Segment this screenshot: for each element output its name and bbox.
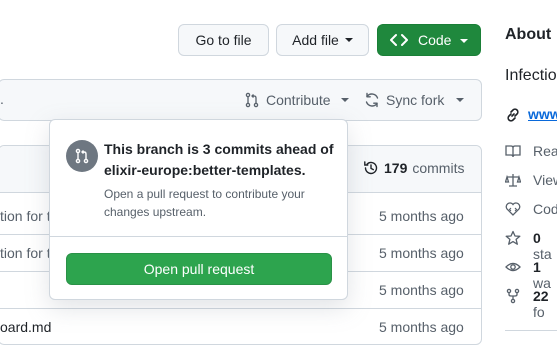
branch-status-text: . — [0, 91, 4, 107]
contribute-button[interactable]: Contribute — [244, 89, 349, 111]
sync-fork-button[interactable]: Sync fork — [364, 89, 465, 111]
website-link[interactable]: www — [528, 106, 557, 122]
sync-fork-label: Sync fork — [386, 92, 445, 108]
go-to-file-button[interactable]: Go to file — [178, 24, 269, 56]
chevron-down-icon — [460, 39, 468, 43]
readme-link[interactable]: Rea — [533, 143, 557, 159]
chevron-down-icon — [340, 98, 349, 102]
scale-icon — [505, 174, 521, 187]
watchers-link[interactable]: 1 wa — [533, 259, 557, 291]
book-icon — [505, 145, 521, 158]
pull-request-badge — [66, 140, 98, 172]
popover-title: This branch is 3 commits ahead of elixir… — [104, 141, 334, 178]
pull-request-icon — [245, 92, 259, 108]
commits-label: commits — [412, 160, 465, 176]
pull-request-icon — [75, 148, 89, 164]
contribute-label: Contribute — [266, 92, 331, 108]
file-name[interactable]: tion for t — [0, 208, 51, 224]
link-icon — [507, 108, 519, 122]
file-name[interactable]: oard.md — [0, 319, 51, 335]
about-description: Infectio — [505, 67, 557, 84]
add-file-button[interactable]: Add file — [276, 24, 369, 56]
popover-description: Open a pull request to contribute your c… — [104, 187, 305, 219]
license-link[interactable]: View — [533, 172, 557, 188]
add-file-label: Add file — [292, 32, 339, 48]
stars-count: 0 — [533, 230, 541, 246]
sidebar-divider — [505, 330, 557, 331]
heart-code-icon — [505, 202, 521, 216]
forks-count: 22 — [533, 288, 549, 304]
row-divider — [0, 308, 481, 309]
file-time: 5 months ago — [379, 208, 464, 224]
eye-icon — [505, 262, 521, 272]
contribute-popover: This branch is 3 commits ahead of elixir… — [49, 119, 348, 300]
popover-divider — [50, 236, 347, 237]
file-time: 5 months ago — [379, 282, 464, 298]
fork-icon — [506, 288, 520, 304]
commits-link[interactable]: 179 commits — [363, 160, 464, 176]
open-pull-request-button[interactable]: Open pull request — [66, 253, 332, 285]
chevron-down-icon — [456, 98, 465, 102]
stars-link[interactable]: 0 sta — [533, 230, 557, 262]
go-to-file-label: Go to file — [195, 32, 252, 48]
open-pull-request-label: Open pull request — [143, 261, 255, 277]
star-icon — [505, 230, 521, 245]
forks-label: fo — [533, 304, 545, 320]
file-time: 5 months ago — [379, 245, 464, 261]
code-label: Code — [418, 32, 452, 48]
commits-count: 179 — [384, 160, 408, 176]
forks-link[interactable]: 22 fo — [533, 288, 557, 320]
code-button[interactable]: Code — [377, 24, 481, 56]
code-of-conduct-link[interactable]: Cod — [533, 201, 557, 217]
history-icon — [364, 161, 378, 175]
code-icon — [390, 34, 408, 46]
chevron-down-icon — [344, 38, 353, 42]
about-heading: About — [505, 26, 552, 43]
file-time: 5 months ago — [379, 319, 464, 335]
sync-icon — [365, 92, 379, 108]
watchers-count: 1 — [533, 259, 541, 275]
file-name[interactable]: tion for t — [0, 245, 51, 261]
